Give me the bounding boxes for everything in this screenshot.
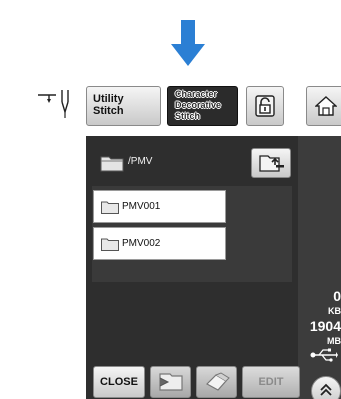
folder-move-icon — [158, 373, 183, 391]
eraser-icon — [205, 372, 230, 391]
total-memory-value: 1904 — [309, 318, 341, 334]
close-button[interactable]: CLOSE — [93, 366, 145, 398]
home-button[interactable] — [306, 86, 341, 126]
folder-icon — [101, 238, 119, 251]
list-item-name: PMV001 — [122, 201, 161, 212]
folder-icon — [101, 201, 119, 214]
total-memory-unit: MB — [327, 336, 341, 346]
close-button-label: CLOSE — [100, 376, 138, 388]
edit-button[interactable]: EDIT — [242, 366, 300, 398]
list-item[interactable]: PMV001 — [93, 190, 226, 223]
folder-up-button[interactable] — [251, 148, 291, 178]
arrow-down-icon — [171, 20, 205, 66]
scroll-up-button[interactable] — [311, 376, 341, 399]
list-item[interactable]: PMV002 — [93, 227, 226, 260]
double-chevron-up-icon — [320, 383, 332, 396]
utility-stitch-button[interactable]: Utility Stitch — [86, 86, 161, 126]
folder-icon — [100, 156, 124, 172]
edit-button-label: EDIT — [258, 376, 284, 388]
utility-stitch-label: Utility Stitch — [93, 93, 124, 117]
character-decorative-stitch-label: Character Decorative Stitch — [175, 89, 222, 121]
lock-button[interactable] — [246, 86, 284, 126]
character-decorative-stitch-button[interactable]: Character Decorative Stitch — [167, 86, 238, 126]
free-memory-unit: KB — [328, 306, 341, 316]
list-item-name: PMV002 — [122, 238, 161, 249]
delete-button[interactable] — [196, 366, 237, 398]
lock-icon — [255, 95, 275, 117]
folder-action-button[interactable] — [150, 366, 191, 398]
usb-icon — [310, 348, 338, 362]
current-path-label: /PMV — [128, 156, 153, 167]
free-memory-value: 0 — [333, 288, 341, 304]
needle-position-icon — [38, 90, 69, 118]
home-icon — [315, 96, 337, 116]
folder-up-icon — [259, 155, 284, 172]
